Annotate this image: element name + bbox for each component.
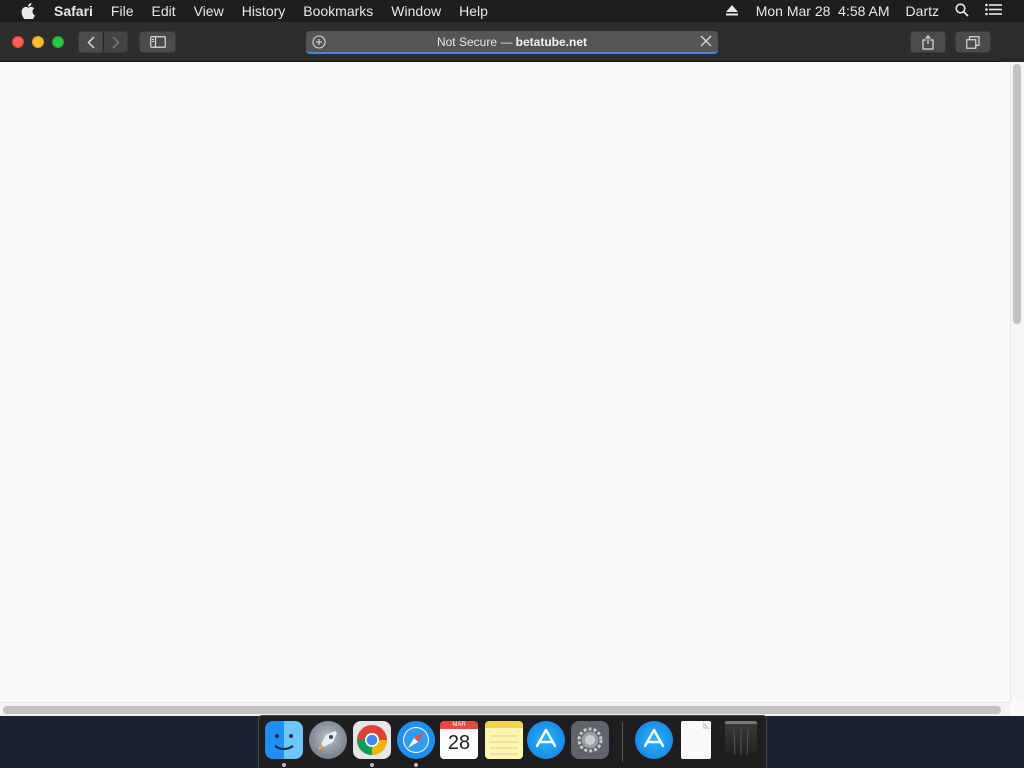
calendar-icon[interactable]: MAR 28 bbox=[440, 721, 478, 759]
browser-toolbar: Not Secure — betatube.net bbox=[0, 22, 1024, 83]
dock: MAR 28 bbox=[258, 715, 767, 768]
vertical-scroll-thumb[interactable] bbox=[1013, 64, 1021, 324]
launchpad-icon[interactable] bbox=[309, 721, 347, 759]
horizontal-scrollbar[interactable] bbox=[0, 702, 1010, 716]
back-button[interactable] bbox=[78, 31, 103, 53]
menu-window[interactable]: Window bbox=[382, 0, 450, 22]
notes-icon[interactable] bbox=[485, 721, 523, 759]
eject-icon[interactable] bbox=[725, 3, 738, 19]
trash-icon[interactable] bbox=[725, 721, 757, 759]
system-preferences-icon[interactable] bbox=[571, 721, 609, 759]
calendar-day: 28 bbox=[447, 732, 471, 754]
web-content[interactable] bbox=[0, 62, 1024, 716]
show-all-tabs-button[interactable] bbox=[955, 31, 991, 53]
user-name[interactable]: Dartz bbox=[906, 3, 939, 19]
menu-file[interactable]: File bbox=[102, 0, 143, 22]
calendar-month: MAR bbox=[452, 722, 466, 728]
address-domain: betatube.net bbox=[515, 34, 588, 49]
running-indicator bbox=[370, 763, 374, 767]
minimize-window-button[interactable] bbox=[32, 36, 44, 48]
notification-center-icon[interactable] bbox=[985, 3, 1002, 19]
address-text: Not Secure — betatube.net bbox=[437, 35, 587, 49]
spotlight-icon[interactable] bbox=[955, 2, 969, 20]
sidebar-icon bbox=[149, 36, 166, 48]
menu-help[interactable]: Help bbox=[450, 0, 497, 22]
dock-separator bbox=[622, 722, 623, 762]
security-status: Not Secure — bbox=[436, 34, 516, 49]
share-icon bbox=[922, 34, 934, 50]
safari-icon[interactable] bbox=[397, 721, 435, 759]
document-icon[interactable] bbox=[681, 721, 711, 759]
tabs-overview-icon bbox=[966, 35, 980, 49]
close-window-button[interactable] bbox=[12, 36, 24, 48]
menu-bookmarks[interactable]: Bookmarks bbox=[294, 0, 382, 22]
menu-history[interactable]: History bbox=[233, 0, 295, 22]
add-icon[interactable] bbox=[312, 35, 326, 52]
zoom-window-button[interactable] bbox=[52, 36, 64, 48]
app-store-downloads-icon[interactable] bbox=[635, 721, 673, 759]
apple-icon[interactable] bbox=[17, 0, 39, 22]
menu-edit[interactable]: Edit bbox=[142, 0, 184, 22]
chrome-icon[interactable] bbox=[353, 721, 391, 759]
menu-view[interactable]: View bbox=[185, 0, 233, 22]
horizontal-scroll-thumb[interactable] bbox=[3, 706, 1001, 714]
address-bar[interactable]: Not Secure — betatube.net bbox=[306, 31, 718, 54]
sidebar-toggle-button[interactable] bbox=[139, 31, 176, 53]
app-store-icon[interactable] bbox=[527, 721, 565, 759]
clear-address-icon[interactable] bbox=[700, 35, 712, 50]
running-indicator bbox=[282, 763, 286, 767]
clock[interactable]: Mon Mar 28 4:58 AM bbox=[756, 3, 890, 19]
menu-bar: Safari File Edit View History Bookmarks … bbox=[0, 0, 1024, 22]
share-button[interactable] bbox=[910, 31, 946, 53]
navigation-buttons bbox=[78, 31, 128, 53]
menu-safari[interactable]: Safari bbox=[45, 0, 102, 22]
vertical-scrollbar[interactable] bbox=[1010, 62, 1024, 702]
chevron-left-icon bbox=[86, 35, 95, 49]
menu-bar-status: Mon Mar 28 4:58 AM Dartz bbox=[716, 0, 1024, 22]
running-indicator bbox=[414, 763, 418, 767]
chevron-right-icon bbox=[111, 35, 120, 49]
finder-icon[interactable] bbox=[265, 721, 303, 759]
forward-button[interactable] bbox=[103, 31, 128, 53]
